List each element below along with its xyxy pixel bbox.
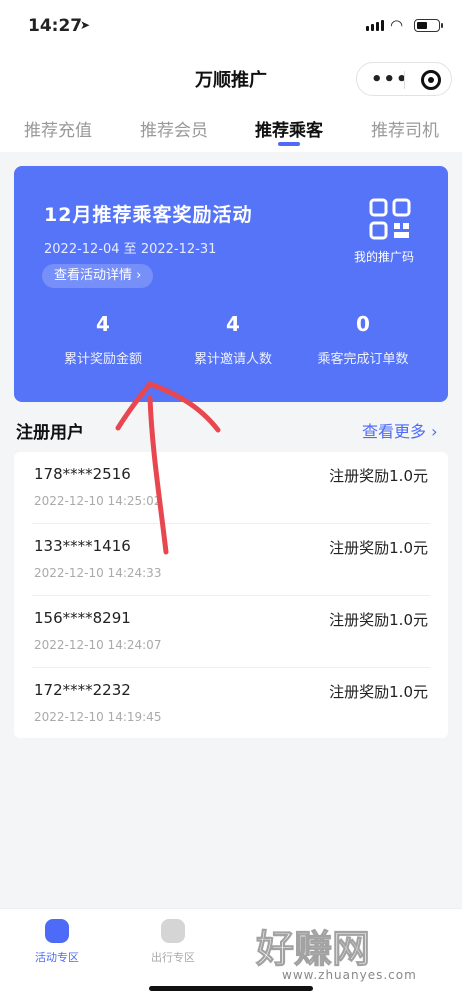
tabbar-label: 活动专区: [35, 951, 79, 964]
promo-card: 12月推荐乘客奖励活动 2022-12-04 至 2022-12-31 查看活动…: [14, 166, 448, 402]
user-reward: 注册奖励1.0元: [329, 539, 428, 557]
active-tab-indicator: [278, 142, 300, 146]
user-phone: 172****2232: [34, 681, 131, 699]
qr-code-label[interactable]: 我的推广码: [354, 248, 414, 265]
stat-value: 0: [356, 312, 370, 336]
promo-title: 12月推荐乘客奖励活动: [44, 204, 253, 226]
activity-icon: [45, 919, 69, 943]
miniprogram-capsule: •••: [356, 62, 452, 96]
stat-total-reward: 4 累计奖励金额: [33, 312, 173, 367]
battery-icon: [414, 19, 443, 32]
stat-total-invites: 4 累计邀请人数: [163, 312, 303, 367]
user-reward: 注册奖励1.0元: [329, 611, 428, 629]
list-item[interactable]: 178****2516 2022-12-10 14:25:02 注册奖励1.0元: [14, 452, 448, 524]
navigation-bar: 万顺推广 •••: [0, 56, 462, 100]
stat-label: 累计奖励金额: [63, 352, 142, 367]
list-item[interactable]: 133****1416 2022-12-10 14:24:33 注册奖励1.0元: [14, 524, 448, 596]
registered-users-title: 注册用户: [16, 423, 84, 443]
capsule-divider: [404, 71, 405, 89]
wifi-icon: ◠: [390, 16, 404, 34]
user-reward: 注册奖励1.0元: [329, 467, 428, 485]
tab-member[interactable]: 推荐会员: [140, 116, 208, 141]
tab-passenger[interactable]: 推荐乘客: [255, 116, 323, 141]
registered-user-list: 178****2516 2022-12-10 14:25:02 注册奖励1.0元…: [14, 452, 448, 738]
home-indicator: [149, 986, 313, 991]
user-phone: 156****8291: [34, 609, 131, 627]
tabbar-item-activities[interactable]: 活动专区: [22, 919, 92, 965]
promo-dates: 2022-12-04 至 2022-12-31: [44, 242, 217, 257]
list-item[interactable]: 156****8291 2022-12-10 14:24:07 注册奖励1.0元: [14, 596, 448, 668]
see-more-link[interactable]: 查看更多 ›: [362, 418, 438, 442]
user-register-time: 2022-12-10 14:24:33: [34, 566, 162, 580]
list-item[interactable]: 172****2232 2022-12-10 14:19:45 注册奖励1.0元: [14, 668, 448, 740]
user-reward: 注册奖励1.0元: [329, 683, 428, 701]
stat-label: 累计邀请人数: [193, 352, 272, 367]
watermark-url: www.zhuanyes.com: [282, 968, 417, 982]
car-icon: [161, 919, 185, 943]
stat-value: 4: [96, 312, 110, 336]
stat-value: 4: [226, 312, 240, 336]
user-register-time: 2022-12-10 14:25:02: [34, 494, 162, 508]
user-phone: 178****2516: [34, 465, 131, 483]
tabbar-label: 出行专区: [151, 951, 195, 964]
watermark-text: 好赚网: [255, 927, 371, 972]
activity-details-button[interactable]: 查看活动详情 ›: [42, 264, 154, 288]
category-tabs: 推荐充值 推荐会员 推荐乘客 推荐司机: [0, 100, 462, 152]
status-bar: 14:27 ➤ ◠: [0, 0, 462, 56]
status-time: 14:27: [28, 16, 83, 36]
location-icon: ➤: [80, 18, 91, 32]
close-miniprogram-icon[interactable]: [421, 70, 441, 90]
user-phone: 133****1416: [34, 537, 131, 555]
tabbar-item-travel[interactable]: 出行专区: [138, 919, 208, 965]
more-menu-icon[interactable]: •••: [371, 69, 409, 90]
cellular-signal-icon: [366, 20, 384, 31]
stat-orders-completed: 0 乘客完成订单数: [293, 312, 433, 367]
qr-code-icon[interactable]: [369, 198, 411, 240]
tab-driver[interactable]: 推荐司机: [371, 116, 439, 141]
user-register-time: 2022-12-10 14:19:45: [34, 710, 162, 724]
tab-recharge[interactable]: 推荐充值: [24, 116, 92, 141]
user-register-time: 2022-12-10 14:24:07: [34, 638, 162, 652]
stat-label: 乘客完成订单数: [317, 352, 409, 367]
